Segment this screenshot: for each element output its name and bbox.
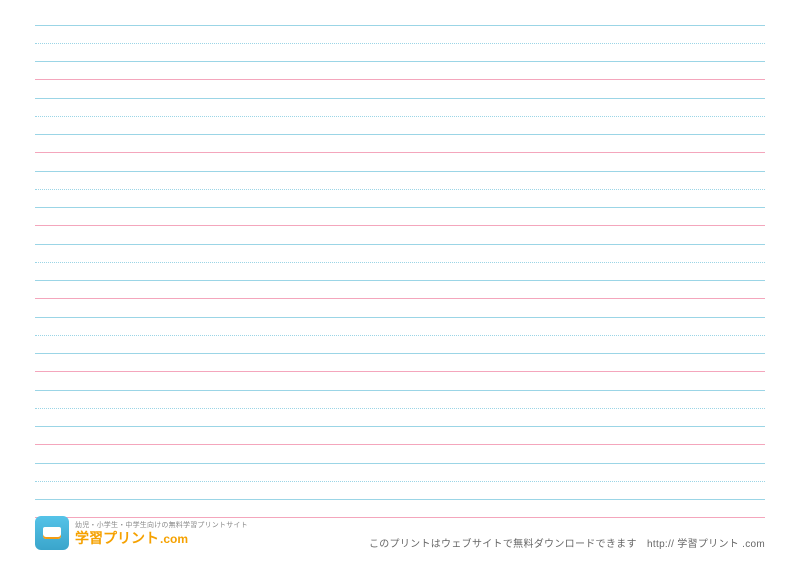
solid-pink-line (35, 225, 765, 226)
solid-pink-line (35, 298, 765, 299)
solid-blue-line (35, 463, 765, 464)
solid-blue-line (35, 317, 765, 318)
writing-row (35, 98, 765, 152)
dotted-blue-line (35, 335, 765, 336)
brand-block: 幼児・小学生・中学生向けの無料学習プリントサイト 学習プリント .com (35, 516, 248, 550)
writing-row (35, 463, 765, 517)
writing-sheet (35, 25, 765, 536)
solid-blue-line (35, 353, 765, 354)
dotted-blue-line (35, 408, 765, 409)
writing-row (35, 317, 765, 371)
solid-blue-line (35, 280, 765, 281)
solid-blue-line (35, 134, 765, 135)
solid-pink-line (35, 152, 765, 153)
solid-blue-line (35, 390, 765, 391)
brand-name-suffix: .com (160, 533, 188, 545)
solid-pink-line (35, 444, 765, 445)
solid-blue-line (35, 98, 765, 99)
brand-tagline: 幼児・小学生・中学生向けの無料学習プリントサイト (75, 522, 248, 529)
brand-name: 学習プリント .com (75, 531, 248, 545)
brand-text: 幼児・小学生・中学生向けの無料学習プリントサイト 学習プリント .com (75, 522, 248, 545)
dotted-blue-line (35, 43, 765, 44)
dotted-blue-line (35, 481, 765, 482)
solid-blue-line (35, 25, 765, 26)
solid-blue-line (35, 61, 765, 62)
solid-blue-line (35, 426, 765, 427)
dotted-blue-line (35, 116, 765, 117)
solid-blue-line (35, 207, 765, 208)
brand-logo-icon (35, 516, 69, 550)
footer: 幼児・小学生・中学生向けの無料学習プリントサイト 学習プリント .com このプ… (35, 516, 765, 550)
solid-blue-line (35, 499, 765, 500)
writing-row (35, 25, 765, 79)
footer-note: このプリントはウェブサイトで無料ダウンロードできます http:// 学習プリン… (369, 535, 765, 550)
brand-name-main: 学習プリント (75, 531, 159, 545)
dotted-blue-line (35, 189, 765, 190)
writing-row (35, 244, 765, 298)
solid-blue-line (35, 244, 765, 245)
dotted-blue-line (35, 262, 765, 263)
solid-pink-line (35, 371, 765, 372)
writing-row (35, 390, 765, 444)
solid-blue-line (35, 171, 765, 172)
writing-row (35, 171, 765, 225)
solid-pink-line (35, 79, 765, 80)
